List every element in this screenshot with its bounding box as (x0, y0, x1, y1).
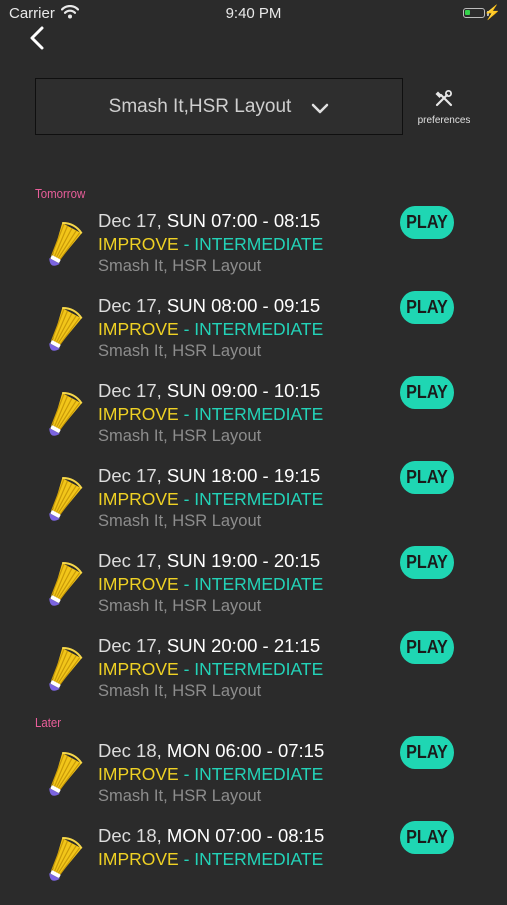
session-datetime: Dec 17, SUN 18:00 - 19:15 (98, 465, 321, 486)
play-button[interactable]: PLAY (400, 631, 454, 664)
session-venue: Smash It, HSR Layout (98, 512, 262, 530)
shuttlecock-icon (40, 746, 86, 804)
play-button[interactable]: PLAY (400, 821, 454, 854)
status-time: 9:40 PM (225, 5, 282, 22)
shuttlecock-icon (40, 386, 86, 444)
session-venue: Smash It, HSR Layout (98, 342, 262, 360)
session-venue: Smash It, HSR Layout (98, 682, 262, 700)
session-datetime: Dec 17, SUN 20:00 - 21:15 (98, 635, 321, 656)
back-button[interactable] (24, 24, 52, 52)
charging-bolt-icon: ⚡ (483, 4, 501, 20)
session-datetime: Dec 17, SUN 09:00 - 10:15 (98, 380, 321, 401)
shuttlecock-icon (40, 556, 86, 614)
session-level: IMPROVE - INTERMEDIATE (98, 489, 324, 509)
session-datetime: Dec 17, SUN 07:00 - 08:15 (98, 210, 321, 231)
chevron-left-icon (30, 26, 44, 50)
session-venue: Smash It, HSR Layout (98, 427, 262, 445)
session-venue: Smash It, HSR Layout (98, 787, 262, 805)
session-datetime: Dec 17, SUN 08:00 - 09:15 (98, 295, 321, 316)
play-button[interactable]: PLAY (400, 546, 454, 579)
shuttlecock-icon (40, 471, 86, 529)
session-level: IMPROVE - INTERMEDIATE (98, 234, 324, 254)
session-datetime: Dec 17, SUN 19:00 - 20:15 (98, 550, 321, 571)
battery-icon (463, 8, 485, 18)
chevron-down-icon (312, 103, 329, 113)
session-datetime: Dec 18, MON 07:00 - 08:15 (98, 825, 325, 846)
section-title-later: Later (35, 715, 62, 730)
session-row[interactable]: Dec 17, SUN 08:00 - 09:15 IMPROVE - INTE… (0, 291, 507, 375)
session-row[interactable]: Dec 17, SUN 09:00 - 10:15 IMPROVE - INTE… (0, 376, 507, 460)
preferences-button[interactable]: preferences (412, 90, 476, 126)
session-row[interactable]: Dec 17, SUN 07:00 - 08:15 IMPROVE - INTE… (0, 206, 507, 290)
session-row[interactable]: Dec 17, SUN 18:00 - 19:15 IMPROVE - INTE… (0, 461, 507, 545)
session-level: IMPROVE - INTERMEDIATE (98, 764, 324, 784)
session-datetime: Dec 18, MON 06:00 - 07:15 (98, 740, 325, 761)
venue-selector[interactable]: Smash It,HSR Layout (35, 78, 403, 135)
session-row[interactable]: Dec 17, SUN 19:00 - 20:15 IMPROVE - INTE… (0, 546, 507, 630)
shuttlecock-icon (40, 831, 86, 889)
session-level: IMPROVE - INTERMEDIATE (98, 319, 324, 339)
session-level: IMPROVE - INTERMEDIATE (98, 659, 324, 679)
shuttlecock-icon (40, 641, 86, 699)
session-row[interactable]: Dec 18, MON 07:00 - 08:15 IMPROVE - INTE… (0, 821, 507, 905)
session-row[interactable]: Dec 18, MON 06:00 - 07:15 IMPROVE - INTE… (0, 736, 507, 820)
session-level: IMPROVE - INTERMEDIATE (98, 574, 324, 594)
session-level: IMPROVE - INTERMEDIATE (98, 849, 324, 869)
venue-selector-label: Smash It,HSR Layout (108, 95, 292, 117)
play-button[interactable]: PLAY (400, 736, 454, 769)
session-venue: Smash It, HSR Layout (98, 257, 262, 275)
section-title-tomorrow: Tomorrow (35, 186, 86, 201)
play-button[interactable]: PLAY (400, 461, 454, 494)
session-row[interactable]: Dec 17, SUN 20:00 - 21:15 IMPROVE - INTE… (0, 631, 507, 715)
tools-icon (435, 90, 453, 107)
play-button[interactable]: PLAY (400, 206, 454, 239)
shuttlecock-icon (40, 301, 86, 359)
shuttlecock-icon (40, 216, 86, 274)
session-venue: Smash It, HSR Layout (98, 597, 262, 615)
preferences-label: preferences (417, 115, 471, 126)
session-level: IMPROVE - INTERMEDIATE (98, 404, 324, 424)
play-button[interactable]: PLAY (400, 376, 454, 409)
play-button[interactable]: PLAY (400, 291, 454, 324)
status-bar: Carrier 9:40 PM ⚡ (0, 0, 507, 28)
